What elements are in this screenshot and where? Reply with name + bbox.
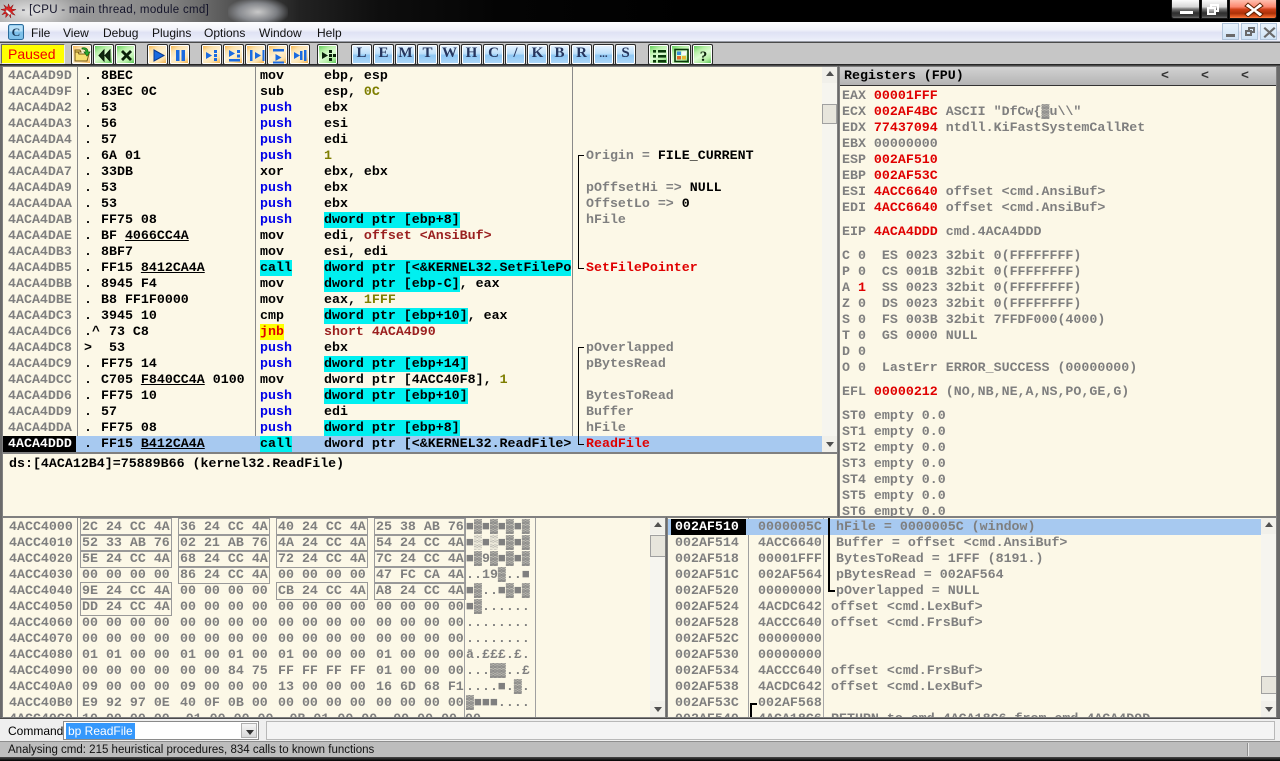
svg-text:C: C	[12, 25, 21, 39]
svg-text:?: ?	[700, 49, 708, 65]
